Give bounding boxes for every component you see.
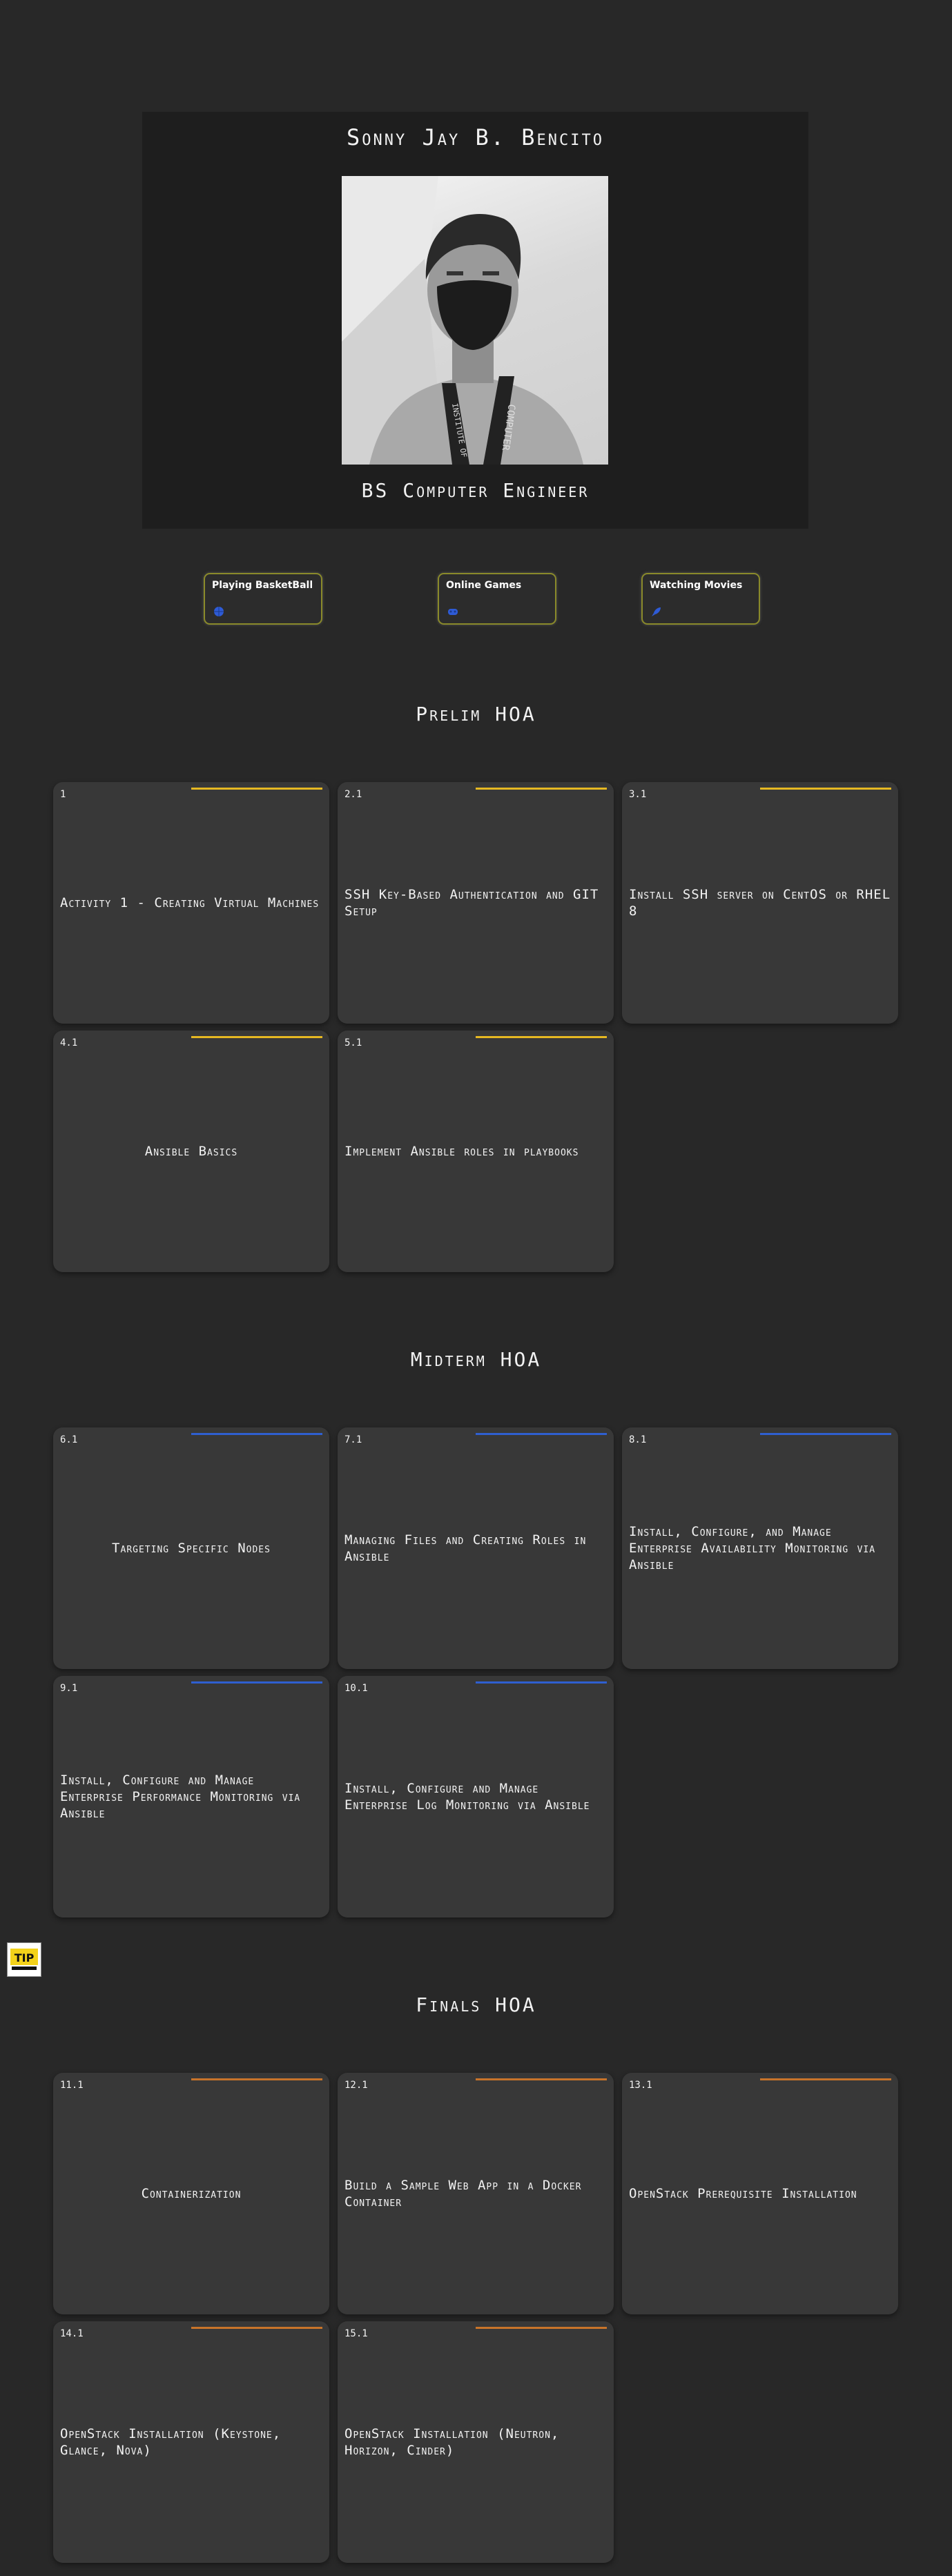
gamepad-icon [448,609,458,615]
hobby-label: Online Games [446,580,522,591]
card-title: OpenStack Prerequisite Installation [629,2186,857,2201]
hobby-label: Playing BasketBall [212,580,313,591]
card-title: Build a Sample Web App in a Docker Conta… [344,2178,582,2209]
card-title: Install, Configure and Manage Enterprise… [60,1773,301,1821]
card-title: Implement Ansible roles in playbooks [344,1144,579,1159]
activity-card[interactable]: 8.1 Install, Configure, and Manage Enter… [622,1427,898,1669]
tip-logo[interactable]: TIP [7,1942,41,1977]
hobby-label: Watching Movies [650,580,743,591]
activity-card[interactable]: 3.1 Install SSH server on CentOS or RHEL… [622,782,898,1024]
activity-card[interactable]: 2.1 SSH Key-Based Authentication and GIT… [338,782,614,1024]
hobby-card-online-games[interactable]: Online Games [438,573,556,625]
card-title: Install, Configure, and Manage Enterpris… [629,1524,876,1572]
card-title: Install SSH server on CentOS or RHEL 8 [629,887,891,919]
card-title: OpenStack Installation (Keystone, Glance… [60,2426,282,2458]
activity-card[interactable]: 10.1 Install, Configure and Manage Enter… [338,1676,614,1918]
basketball-icon [214,607,224,616]
activity-card[interactable]: 1 Activity 1 - Creating Virtual Machines [53,782,329,1024]
profile-photo: COMPUTER INSTITUTE OF [342,176,608,465]
activity-card[interactable]: 6.1 Targeting Specific Nodes [53,1427,329,1669]
section-title-prelim: Prelim HOA [416,703,536,725]
activity-card[interactable]: 4.1 Ansible Basics [53,1031,329,1272]
card-title: SSH Key-Based Authentication and GIT Set… [344,887,599,919]
card-title: Install, Configure and Manage Enterprise… [344,1781,590,1813]
activity-card[interactable]: 14.1 OpenStack Installation (Keystone, G… [53,2321,329,2563]
hobby-card-basketball[interactable]: Playing BasketBall [204,573,322,625]
profile-degree: BS Computer Engineer [361,479,590,502]
section-title-midterm: Midterm HOA [410,1348,542,1371]
profile-card: Sonny Jay B. Bencito COMPUTER INSTITUTE … [142,112,808,529]
activity-card[interactable]: 7.1 Managing Files and Creating Roles in… [338,1427,614,1669]
card-title: Ansible Basics [144,1144,238,1159]
activity-card[interactable]: 13.1 OpenStack Prerequisite Installation [622,2073,898,2314]
logo-text: TIP [14,1951,35,1964]
activity-card[interactable]: 9.1 Install, Configure and Manage Enterp… [53,1676,329,1918]
card-title: Targeting Specific Nodes [112,1541,271,1556]
activity-card[interactable]: 5.1 Implement Ansible roles in playbooks [338,1031,614,1272]
rocket-icon [652,607,661,616]
card-title: Managing Files and Creating Roles in Ans… [344,1532,587,1564]
section-title-finals: Finals HOA [416,1993,536,2016]
activity-card[interactable]: 15.1 OpenStack Installation (Neutron, Ho… [338,2321,614,2563]
card-title: Containerization [141,2186,242,2201]
hobby-card-watching-movies[interactable]: Watching Movies [641,573,760,625]
card-title: OpenStack Installation (Neutron, Horizon… [344,2426,560,2458]
card-title: Activity 1 - Creating Virtual Machines [60,895,320,910]
activity-card[interactable]: 12.1 Build a Sample Web App in a Docker … [338,2073,614,2314]
profile-name: Sonny Jay B. Bencito [346,124,605,150]
activity-card[interactable]: 11.1 Containerization [53,2073,329,2314]
